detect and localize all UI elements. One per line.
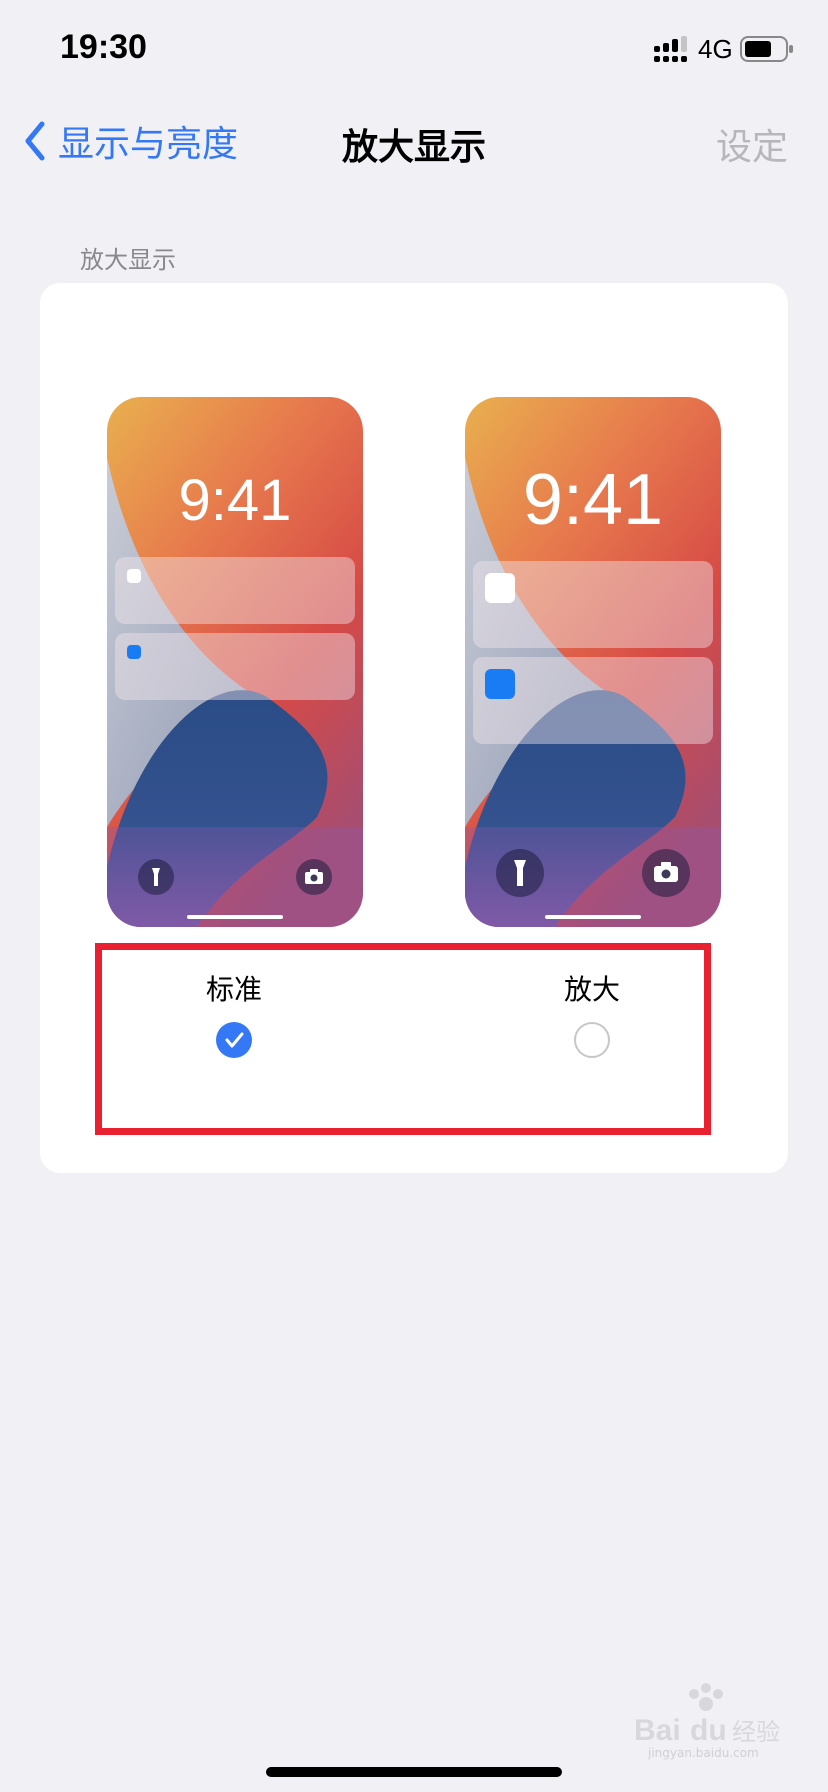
- checkmark-icon: [225, 1032, 244, 1048]
- zoomed-preview: 9:41: [465, 397, 721, 927]
- preview-home-indicator: [187, 915, 283, 919]
- app-icon: [127, 569, 141, 583]
- settings-button[interactable]: 设定: [716, 118, 788, 170]
- flashlight-icon: [514, 860, 526, 886]
- notification-card: [115, 557, 355, 624]
- svg-text:经验: 经验: [732, 1718, 780, 1746]
- notification-card: [473, 561, 713, 648]
- network-type: 4G: [698, 34, 733, 64]
- zoomed-radio[interactable]: [574, 1022, 610, 1058]
- lock-screen-time: 9:41: [522, 460, 664, 540]
- home-indicator: [266, 1767, 562, 1777]
- baidu-jingyan-watermark: Bai du 经验: [634, 1683, 780, 1747]
- app-icon: [485, 573, 515, 603]
- app-icon: [485, 669, 515, 699]
- camera-icon: [305, 869, 323, 884]
- notification-card: [473, 657, 713, 744]
- notification-card: [115, 633, 355, 700]
- navigation-bar: 显示与亮度 放大显示 设定: [0, 100, 828, 180]
- option-label-zoomed: 放大: [563, 973, 620, 1006]
- camera-button: [642, 849, 690, 897]
- chevron-left-icon: [25, 121, 45, 161]
- flashlight-button: [138, 859, 174, 895]
- preview-home-indicator: [545, 915, 641, 919]
- section-header: 放大显示: [80, 246, 176, 274]
- flashlight-button: [496, 849, 544, 897]
- app-icon: [127, 645, 141, 659]
- back-label: 显示与亮度: [58, 124, 239, 165]
- option-label-standard: 标准: [205, 973, 262, 1006]
- watermark-url: jingyan.baidu.com: [648, 1746, 759, 1760]
- camera-icon: [654, 862, 678, 882]
- battery-icon: [740, 36, 793, 62]
- standard-preview: 9:41: [107, 397, 363, 927]
- lock-screen-time: 9:41: [178, 468, 292, 533]
- status-time: 19:30: [60, 28, 147, 66]
- svg-text:Bai: Bai: [634, 1714, 681, 1747]
- back-button[interactable]: 显示与亮度: [24, 116, 238, 166]
- status-bar: 19:30 4G: [0, 0, 828, 100]
- flashlight-icon: [152, 868, 160, 886]
- standard-radio[interactable]: [216, 1022, 252, 1058]
- camera-button: [296, 859, 332, 895]
- cellular-signal-icon: [654, 36, 687, 62]
- svg-text:du: du: [690, 1714, 727, 1747]
